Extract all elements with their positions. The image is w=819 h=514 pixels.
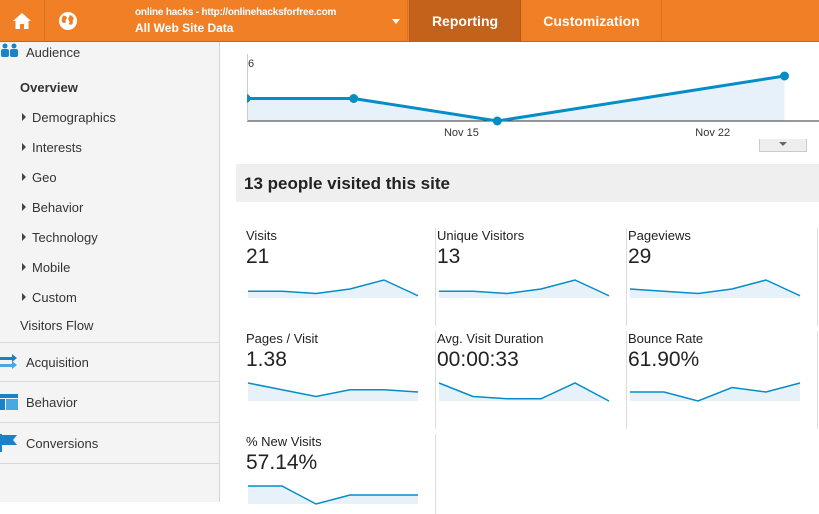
sparkline-chart <box>629 279 801 298</box>
metric-label: % New Visits <box>246 434 322 449</box>
sidebar-item-label: Custom <box>32 290 77 305</box>
sidebar-item-technology[interactable]: Technology <box>20 230 98 245</box>
sidebar-item-custom[interactable]: Custom <box>20 290 77 305</box>
sidebar-item-overview[interactable]: Overview <box>20 80 78 95</box>
metric-label: Pages / Visit <box>246 331 319 346</box>
metric-label: Visits <box>246 228 277 243</box>
tab-reporting[interactable]: Reporting <box>409 0 521 42</box>
sparkline-area <box>439 280 609 298</box>
metric-card[interactable]: Avg. Visit Duration 00:00:33 <box>437 331 627 429</box>
sidebar-item-label: Interests <box>32 140 82 155</box>
metric-card[interactable]: Pages / Visit 1.38 <box>246 331 436 429</box>
sparkline-chart <box>247 382 419 401</box>
sidebar: Audience Overview Demographics Interests… <box>0 42 220 502</box>
sidebar-item-label: Behavior <box>32 200 84 215</box>
summary-title: 13 people visited this site <box>244 174 450 193</box>
sidebar-item-audience[interactable]: Audience <box>0 34 219 70</box>
home-icon <box>13 13 31 29</box>
metric-card[interactable]: % New Visits 57.14% <box>246 434 436 514</box>
metric-value: 13 <box>437 245 461 268</box>
sidebar-item-behavior[interactable]: Behavior <box>20 200 83 215</box>
chevron-down-icon <box>779 142 787 146</box>
metric-value: 1.38 <box>246 348 287 371</box>
expand-arrow-icon <box>22 233 26 241</box>
tab-customization[interactable]: Customization <box>522 0 662 42</box>
expand-arrow-icon <box>22 173 26 181</box>
sparkline-area <box>248 280 418 298</box>
trend-point[interactable] <box>492 116 502 126</box>
metric-card[interactable]: Bounce Rate 61.90% <box>628 331 818 429</box>
metric-value: 21 <box>246 245 270 268</box>
trend-point[interactable] <box>349 94 359 103</box>
sparkline-chart <box>439 279 610 298</box>
x-tick-label: Nov 15 <box>444 127 479 139</box>
globe-icon <box>59 12 77 30</box>
sidebar-item-label: Behavior <box>26 395 78 410</box>
sidebar-item-label: Geo <box>32 170 57 185</box>
sidebar-item-visitors-flow[interactable]: Visitors Flow <box>20 318 93 333</box>
chart-options-dropdown[interactable] <box>759 139 807 152</box>
metric-label: Bounce Rate <box>628 331 704 346</box>
sidebar-item-label: Acquisition <box>26 355 89 370</box>
metric-value: 29 <box>628 245 652 268</box>
y-tick-label: 6 <box>248 58 254 70</box>
sidebar-item-geo[interactable]: Geo <box>20 170 57 185</box>
sidebar-item-conversions[interactable]: Conversions <box>0 424 219 464</box>
sparkline-chart <box>630 382 801 402</box>
audience-people-icon <box>1 43 18 57</box>
expand-arrow-icon <box>22 143 26 151</box>
x-tick-label: Nov 22 <box>695 127 730 139</box>
metric-card[interactable]: Unique Visitors 13 <box>437 228 627 326</box>
sidebar-item-mobile[interactable]: Mobile <box>20 260 70 275</box>
expand-arrow-icon <box>22 293 26 301</box>
expand-arrow-icon <box>22 113 26 121</box>
expand-arrow-icon <box>22 203 26 211</box>
behavior-layout-icon <box>0 394 18 410</box>
metric-value: 61.90% <box>628 348 700 371</box>
conversions-flag-icon <box>0 434 17 452</box>
sidebar-item-label: Technology <box>32 230 98 245</box>
chevron-down-icon <box>392 19 400 24</box>
expand-arrow-icon <box>22 263 26 271</box>
main-content: 6 Nov 15 Nov 22 13 people visited this sit… <box>221 42 819 514</box>
metric-label: Unique Visitors <box>437 228 525 243</box>
view-name: All Web Site Data <box>135 21 234 35</box>
trend-point[interactable] <box>780 71 789 81</box>
acquisition-arrows-icon <box>0 354 17 369</box>
sidebar-item-demographics[interactable]: Demographics <box>20 110 116 125</box>
metric-card[interactable]: Pageviews 29 <box>628 228 818 326</box>
metric-label: Avg. Visit Duration <box>437 331 544 346</box>
sparkline-chart <box>248 485 418 505</box>
sidebar-item-behavior-section[interactable]: Behavior <box>0 383 219 423</box>
sidebar-item-label: Mobile <box>32 260 71 275</box>
sparkline-area <box>248 383 418 401</box>
sparkline-area <box>630 280 800 298</box>
sparkline-chart <box>248 279 419 298</box>
metric-card[interactable]: Visits 21 <box>246 228 436 326</box>
metric-label: Pageviews <box>628 228 691 243</box>
account-url: online hacks - http://onlinehacksforfree… <box>135 7 337 18</box>
sidebar-item-label: Conversions <box>26 436 99 451</box>
metric-value: 57.14% <box>246 451 318 474</box>
metric-value: 00:00:33 <box>437 348 519 371</box>
visits-trend-chart: 6 Nov 15 Nov 22 <box>247 54 819 139</box>
sparkline-chart <box>438 382 610 402</box>
sidebar-item-acquisition[interactable]: Acquisition <box>0 342 219 382</box>
sidebar-item-interests[interactable]: Interests <box>20 140 82 155</box>
sidebar-item-label: Demographics <box>32 110 116 125</box>
summary-header: 13 people visited this site <box>236 164 819 202</box>
sidebar-item-label: Audience <box>26 45 81 60</box>
